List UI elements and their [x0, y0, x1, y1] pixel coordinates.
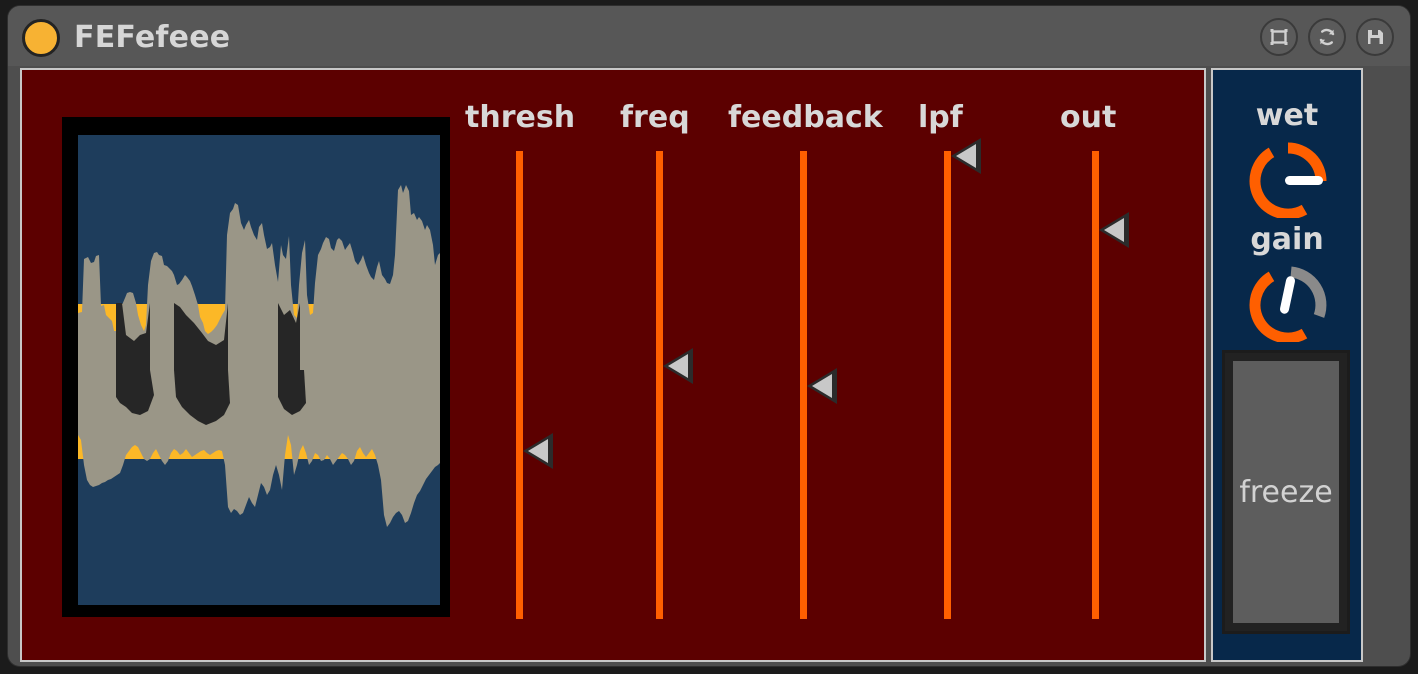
freeze-button-label: freeze [1239, 474, 1333, 510]
slider-handle-freq[interactable] [663, 348, 693, 384]
titlebar: FEFefeee [8, 6, 1410, 66]
waveform-core [116, 303, 306, 425]
slider-label-thresh: thresh [465, 100, 576, 135]
refresh-icon[interactable] [1308, 18, 1346, 56]
slider-handle-lpf[interactable] [951, 138, 981, 174]
save-icon[interactable] [1356, 18, 1394, 56]
titlebar-icon-group [1260, 18, 1394, 56]
slider-label-lpf: lpf [918, 100, 963, 135]
waveform-frame [62, 117, 450, 617]
slider-track-out[interactable] [1092, 151, 1099, 619]
slider-handle-out[interactable] [1099, 212, 1129, 248]
slider-handle-thresh[interactable] [523, 433, 553, 469]
page-title: FEFefeee [74, 20, 231, 55]
plugin-status-dot [22, 19, 60, 57]
slider-handle-feedback[interactable] [807, 368, 837, 404]
knob-label-wet: wet [1255, 98, 1319, 133]
plugin-window: FEFefeee thresh freq feedback lpf out we… [8, 6, 1410, 666]
frame-icon[interactable] [1260, 18, 1298, 56]
gain-knob[interactable] [1245, 264, 1331, 346]
slider-label-freq: freq [620, 100, 690, 135]
freeze-button-surface: freeze [1233, 361, 1339, 623]
slider-track-feedback[interactable] [800, 151, 807, 619]
plugin-window-root: FEFefeee thresh freq feedback lpf out we… [0, 0, 1418, 674]
wet-knob[interactable] [1245, 140, 1331, 222]
audio-waveform-display[interactable] [78, 135, 440, 605]
freeze-button[interactable]: freeze [1222, 350, 1350, 634]
side-panel: wet gain freeze [1211, 68, 1363, 662]
main-panel: thresh freq feedback lpf out [20, 68, 1206, 662]
slider-label-feedback: feedback [728, 100, 883, 135]
slider-track-lpf[interactable] [944, 151, 951, 619]
knob-label-gain: gain [1250, 222, 1324, 257]
slider-track-freq[interactable] [656, 151, 663, 619]
slider-track-thresh[interactable] [516, 151, 523, 619]
slider-label-out: out [1060, 100, 1117, 135]
